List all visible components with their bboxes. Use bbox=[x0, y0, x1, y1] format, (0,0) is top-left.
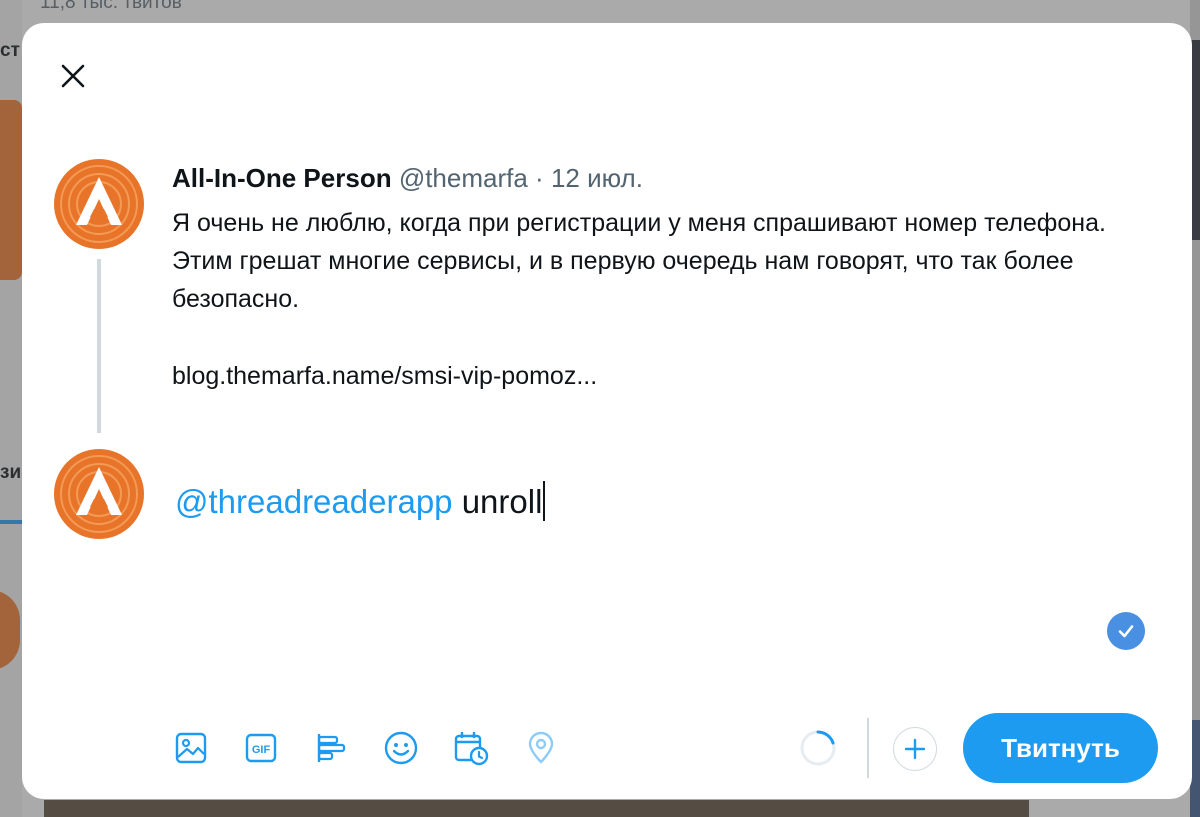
reply-textarea[interactable]: @threadreaderapp unroll bbox=[175, 481, 546, 521]
add-tweet-button[interactable] bbox=[893, 727, 937, 771]
toolbar-divider bbox=[867, 718, 869, 778]
author-name[interactable]: All-In-One Person bbox=[172, 163, 392, 193]
author-avatar[interactable] bbox=[54, 159, 144, 249]
gif-button[interactable]: GIF bbox=[242, 729, 280, 767]
close-icon bbox=[61, 64, 85, 88]
tweet-text-paragraph: Я очень не люблю, когда при регистрации … bbox=[172, 209, 1106, 313]
tweet-header: All-In-One Person @themarfa · 12 июл. bbox=[172, 163, 643, 194]
user-avatar[interactable] bbox=[54, 449, 144, 539]
schedule-button[interactable] bbox=[452, 729, 490, 767]
poll-button[interactable] bbox=[312, 729, 350, 767]
image-icon bbox=[175, 732, 207, 764]
close-button[interactable] bbox=[53, 56, 93, 96]
compose-toolbar: GIF bbox=[172, 723, 592, 773]
svg-text:GIF: GIF bbox=[252, 744, 271, 756]
schedule-icon bbox=[454, 732, 489, 766]
tweet-link[interactable]: blog.themarfa.name/smsi-vip-pomoz... bbox=[172, 362, 597, 391]
grammar-check-icon[interactable] bbox=[1107, 612, 1145, 650]
tweet-text: Я очень не люблю, когда при регистрации … bbox=[172, 204, 1132, 318]
mention-link[interactable]: @threadreaderapp bbox=[175, 483, 453, 520]
location-icon bbox=[528, 731, 554, 764]
logo-icon bbox=[54, 449, 144, 539]
separator: · bbox=[535, 163, 544, 193]
emoji-button[interactable] bbox=[382, 729, 420, 767]
location-button[interactable] bbox=[522, 729, 560, 767]
reply-text: unroll bbox=[452, 483, 543, 520]
check-icon bbox=[1118, 625, 1134, 638]
emoji-icon bbox=[384, 731, 418, 765]
character-count-ring bbox=[800, 730, 836, 766]
plus-icon bbox=[904, 738, 926, 760]
thread-connector bbox=[97, 259, 101, 433]
author-handle[interactable]: @themarfa bbox=[399, 163, 528, 193]
poll-icon bbox=[317, 734, 346, 762]
tweet-submit-button[interactable]: Твитнуть bbox=[963, 713, 1158, 783]
logo-icon bbox=[54, 159, 144, 249]
text-caret bbox=[543, 481, 546, 521]
media-button[interactable] bbox=[172, 729, 210, 767]
gif-icon: GIF bbox=[245, 733, 277, 763]
reply-modal: All-In-One Person @themarfa · 12 июл. Я … bbox=[22, 23, 1192, 799]
tweet-date[interactable]: 12 июл. bbox=[551, 163, 643, 193]
